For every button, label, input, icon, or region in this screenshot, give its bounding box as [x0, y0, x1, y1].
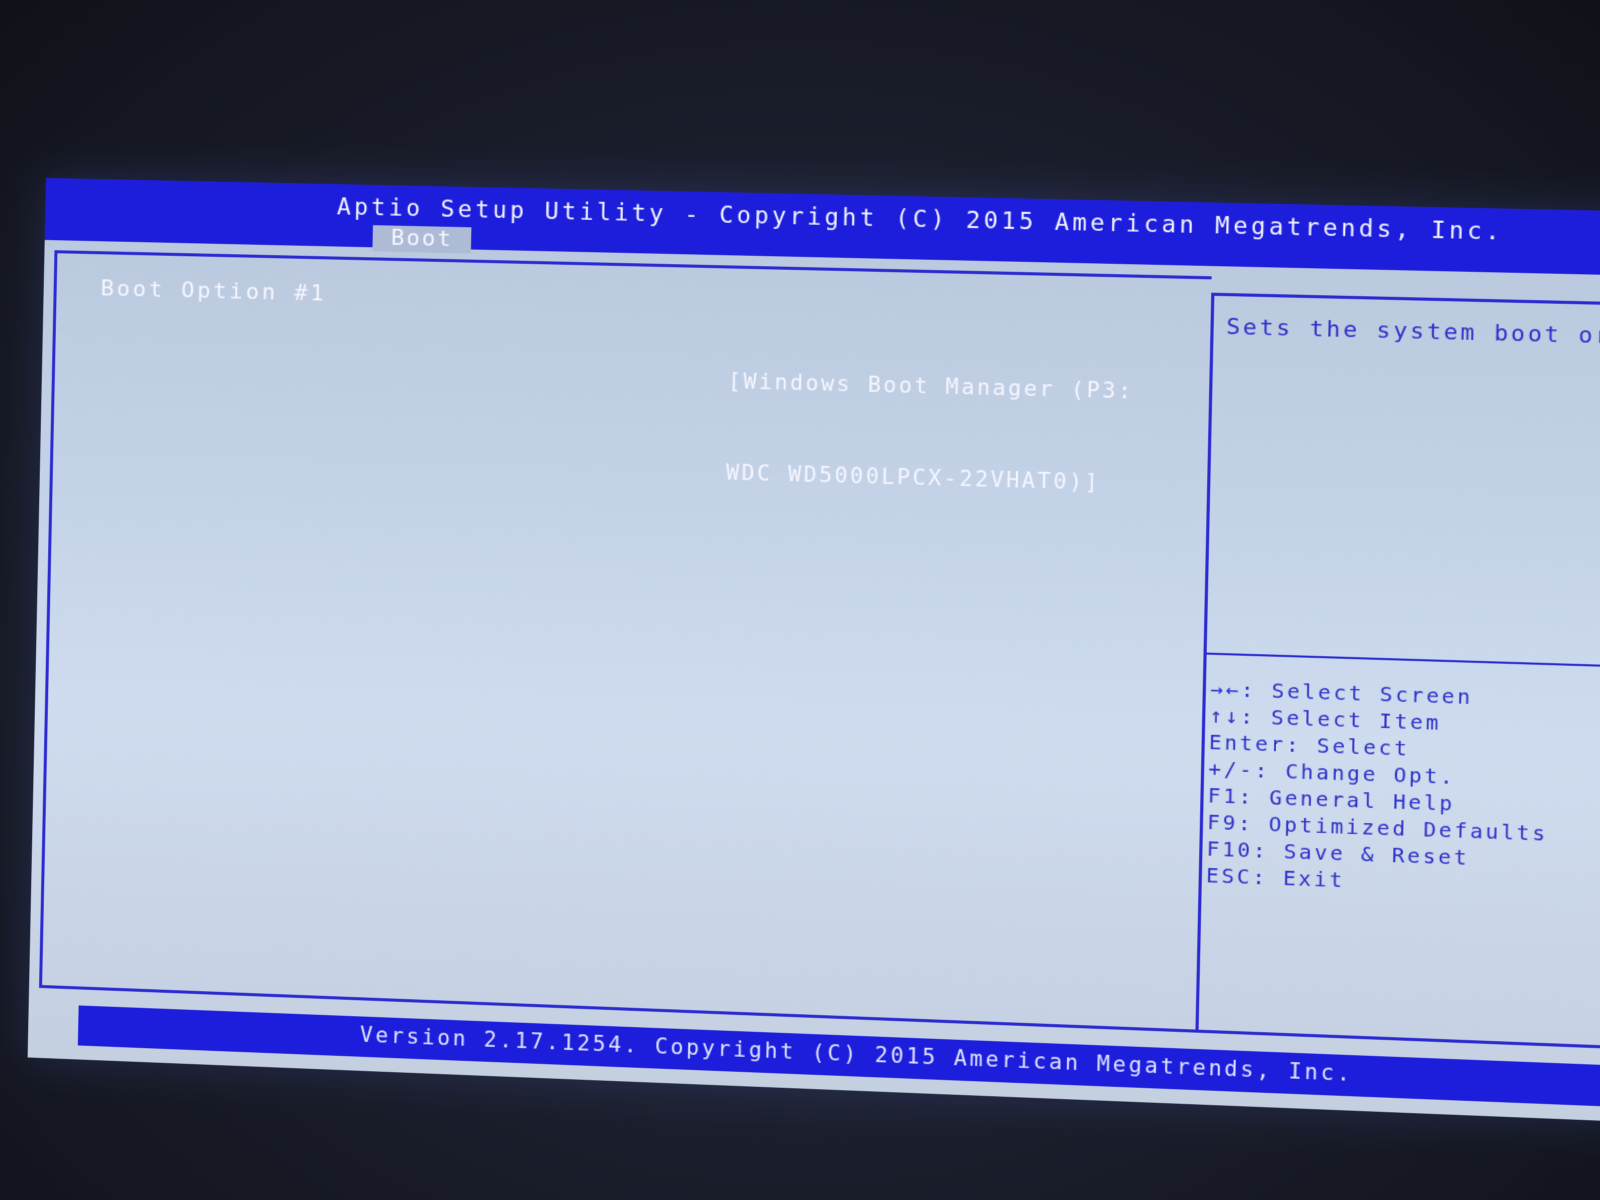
- key-legend: →←: Select Screen ↑↓: Select Item Enter:…: [1206, 675, 1551, 900]
- boot-option-1-value-line2: WDC WD5000LPCX-22VHAT0)]: [725, 460, 1101, 495]
- help-separator: [1206, 652, 1600, 669]
- boot-option-1-label[interactable]: Boot Option #1: [100, 276, 326, 306]
- main-panel: Boot Option #1 [Windows Boot Manager (P3…: [39, 250, 1212, 1033]
- help-description: Sets the system boot order: [1226, 314, 1600, 351]
- bios-screen: Aptio Setup Utility - Copyright (C) 2015…: [27, 178, 1600, 1123]
- tab-boot[interactable]: Boot: [372, 225, 472, 254]
- help-panel: Sets the system boot order →←: Select Sc…: [1198, 292, 1600, 1050]
- setup-utility-title: Aptio Setup Utility - Copyright (C) 2015…: [336, 194, 1504, 246]
- boot-option-1-value[interactable]: [Windows Boot Manager (P3: WDC WD5000LPC…: [724, 305, 1135, 560]
- boot-option-1-value-line1: [Windows Boot Manager (P3:: [727, 368, 1135, 404]
